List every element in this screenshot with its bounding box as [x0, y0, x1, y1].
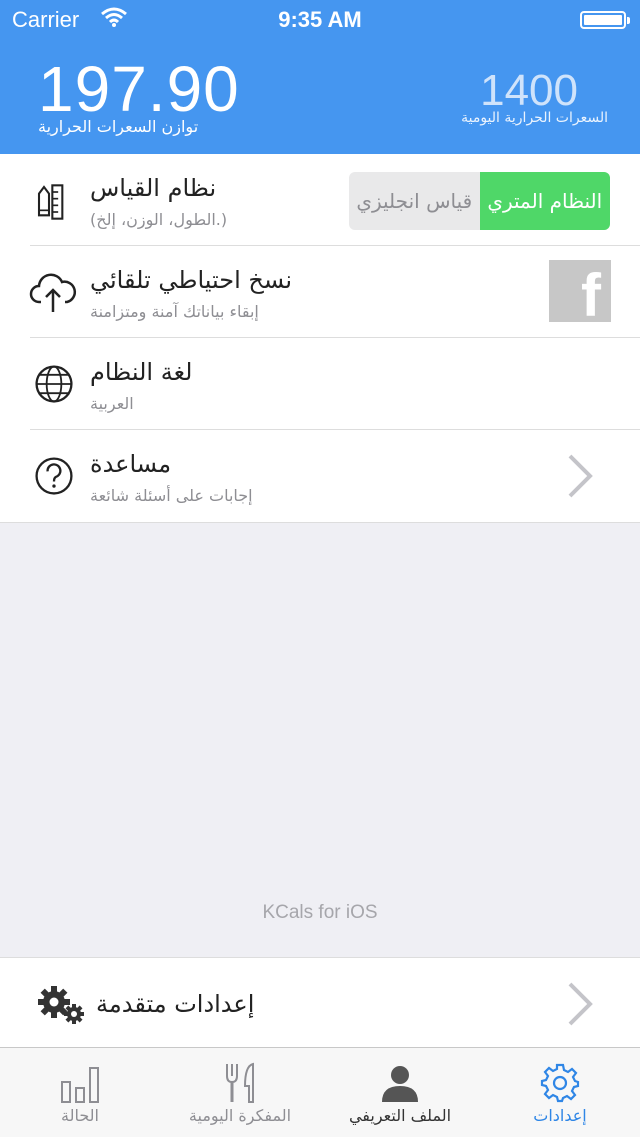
tab-profile-label: الملف التعريفي [348, 1106, 452, 1125]
question-icon [35, 457, 73, 495]
daily-calories-label: السعرات الحرارية اليومية [461, 110, 608, 126]
measurement-title: نظام القياس [90, 174, 217, 202]
chevron-right-icon[interactable] [565, 452, 595, 500]
advanced-settings-row[interactable]: إعدادات متقدمة [0, 957, 640, 1049]
cloud-upload-icon [29, 273, 76, 312]
system-language-row[interactable]: لغة النظام العربية [0, 338, 640, 430]
tab-status-label: الحالة [61, 1106, 99, 1125]
help-subtitle: إجابات على أسئلة شائعة [90, 486, 253, 505]
language-subtitle: العربية [90, 394, 134, 413]
backup-title: نسخ احتياطي تلقائي [90, 266, 293, 294]
measurement-subtitle: (الطول، الوزن، إلخ.) [90, 210, 228, 229]
calorie-balance-label: توازن السعرات الحرارية [38, 117, 199, 136]
app-version-note: KCals for iOS [262, 902, 378, 923]
summary-header: Carrier 9:35 AM 197.90 توازن السعرات الح… [0, 0, 640, 154]
gears-icon [38, 986, 84, 1024]
status-bar: Carrier 9:35 AM [0, 0, 640, 40]
help-row[interactable]: مساعدة إجابات على أسئلة شائعة [0, 430, 640, 522]
calorie-balance-value: 197.90 [38, 53, 240, 125]
advanced-settings-title: إعدادات متقدمة [96, 990, 255, 1018]
metric-option[interactable]: النظام المتري [479, 172, 610, 230]
gear-icon [540, 1063, 580, 1103]
tab-status[interactable]: الحالة [0, 1048, 160, 1137]
person-icon [382, 1066, 418, 1102]
fork-knife-icon [226, 1062, 254, 1103]
measurement-segmented-control[interactable]: قياس انجليزي النظام المتري [349, 172, 610, 230]
chevron-right-icon[interactable] [565, 980, 595, 1028]
auto-backup-row[interactable]: نسخ احتياطي تلقائي إبقاء بياناتك آمنة وم… [0, 246, 640, 338]
language-title: لغة النظام [90, 358, 193, 386]
backup-subtitle: إبقاء بياناتك آمنة ومتزامنة [90, 302, 259, 321]
status-time: 9:35 AM [278, 7, 362, 32]
tab-bar: الحالة المفكرة اليومية الملف التعريفي إع… [0, 1047, 640, 1137]
facebook-icon[interactable]: f [549, 260, 611, 329]
settings-list: نظام القياس (الطول، الوزن، إلخ.) قياس ان… [0, 154, 640, 523]
imperial-option[interactable]: قياس انجليزي [349, 172, 480, 230]
measurement-system-row: نظام القياس (الطول، الوزن، إلخ.) قياس ان… [0, 154, 640, 246]
tab-diary[interactable]: المفكرة اليومية [160, 1048, 320, 1137]
battery-icon [580, 11, 630, 29]
tab-profile[interactable]: الملف التعريفي [320, 1048, 480, 1137]
bar-chart-icon [61, 1067, 99, 1103]
pencil-ruler-icon [37, 184, 64, 220]
tab-settings[interactable]: إعدادات [480, 1048, 640, 1137]
globe-icon [35, 365, 73, 403]
tab-diary-label: المفكرة اليومية [188, 1106, 292, 1125]
help-title: مساعدة [90, 450, 172, 478]
daily-calories-value: 1400 [480, 66, 578, 115]
tab-settings-label: إعدادات [533, 1106, 587, 1125]
